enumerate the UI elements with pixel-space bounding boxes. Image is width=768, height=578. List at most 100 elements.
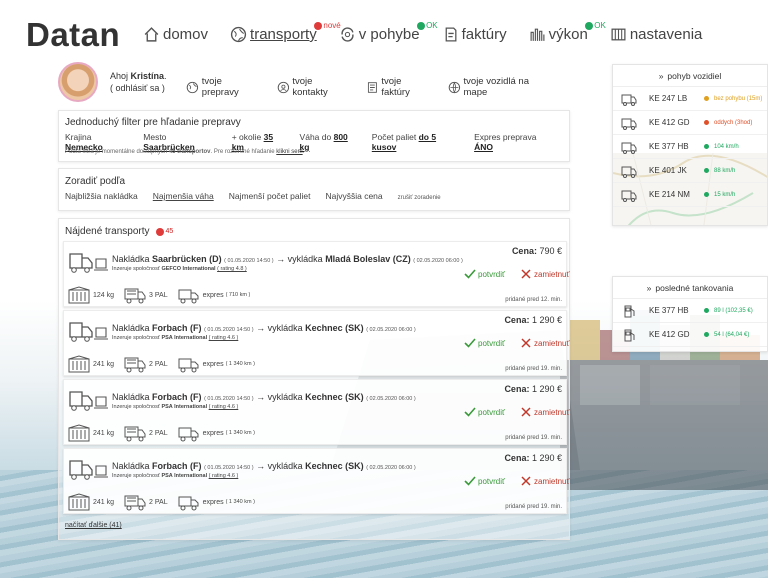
fuel-icon	[624, 305, 635, 317]
status-dot	[704, 168, 709, 173]
accept-button[interactable]: potvrdiť	[464, 406, 505, 418]
link-tvoje-faktury[interactable]: tvoje faktúry	[366, 76, 432, 98]
refuel-row[interactable]: KE 377 HB 89 l (102,35 €)	[613, 299, 767, 323]
transport-price: Cena: 1 290 €	[504, 315, 562, 325]
user-panel: Ahoj Kristína. ( odhlásiť sa ) tvoje pre…	[58, 62, 570, 104]
filter-weight[interactable]: Váha do 800 kg	[300, 132, 359, 152]
express-truck-icon	[178, 496, 199, 511]
accept-button[interactable]: potvrdiť	[464, 337, 505, 349]
transport-item[interactable]: Nakládka Forbach (F) ( 01.05.2020 14:50 …	[63, 379, 569, 445]
transport-route: Nakládka Forbach (F) ( 01.05.2020 14:50 …	[112, 392, 416, 402]
user-name: Kristína	[130, 71, 165, 81]
vehicle-row[interactable]: KE 401 JK 88 km/h	[613, 159, 767, 183]
nav-item-transporty[interactable]: transporty nové	[230, 21, 341, 43]
filter-express[interactable]: Expres preprava ÁNO	[474, 132, 556, 152]
reject-button[interactable]: zamietnuť	[520, 475, 569, 487]
close-icon	[521, 476, 531, 486]
vehicle-row[interactable]: KE 214 NM 15 km/h	[613, 183, 767, 207]
accept-button[interactable]: potvrdiť	[464, 475, 505, 487]
last-refuel-title: » posledné tankovania	[613, 277, 767, 299]
found-title: Nájdené transporty 45	[65, 226, 174, 237]
advanced-search-link[interactable]: klikni sem	[276, 149, 302, 155]
nav-item-nastavenia[interactable]: nastavenia	[610, 26, 703, 43]
nav-item-v-pohybe[interactable]: v pohybe OK	[339, 21, 438, 43]
container-icon	[68, 493, 90, 511]
stopped-vehicle-icon	[621, 94, 637, 106]
status-dot	[704, 144, 709, 149]
vehicle-row[interactable]: KE 377 HB 104 km/h	[613, 135, 767, 159]
vehicle-status: oddych (3hod)	[714, 119, 753, 126]
accept-button[interactable]: potvrdiť	[464, 268, 505, 280]
user-greeting: Ahoj Kristína. ( odhlásiť sa )	[110, 71, 167, 93]
transport-route: Nakládka Forbach (F) ( 01.05.2020 14:50 …	[112, 323, 416, 333]
status-dot	[704, 96, 709, 101]
transport-specs: 241 kg 2 PAL expres ( 1 340 km )	[68, 493, 265, 511]
sort-nearest-loading[interactable]: Najbližšia nakládka	[65, 191, 138, 201]
nav-item-domov[interactable]: domov	[143, 26, 208, 43]
refuel-amount: 89 l (102,35 €)	[714, 307, 753, 314]
contacts-icon	[277, 81, 289, 93]
transport-item[interactable]: Nakládka Forbach (F) ( 01.05.2020 14:50 …	[63, 310, 569, 376]
express-spec: expres ( 710 km )	[178, 286, 250, 304]
pallets-spec: 2 PAL	[124, 424, 168, 442]
vehicle-status: 15 km/h	[714, 191, 736, 198]
refuel-row[interactable]: KE 412 GD 54 l (64,04 €)	[613, 323, 767, 347]
sort-fewest-pallets[interactable]: Najmenší počet paliet	[229, 191, 311, 201]
vehicle-plate: KE 377 HB	[649, 142, 689, 151]
pallets-spec: 2 PAL	[124, 355, 168, 373]
vehicle-status: 88 km/h	[714, 167, 736, 174]
link-tvoje-kontakty[interactable]: tvoje kontakty	[277, 76, 350, 98]
load-more-link[interactable]: načítať ďalšie (41)	[65, 522, 122, 529]
reject-button[interactable]: zamietnuť	[520, 406, 569, 418]
close-icon	[521, 338, 531, 348]
link-tvoje-vozidla-na-mape[interactable]: tvoje vozidlá na mape	[448, 76, 554, 98]
transport-route: Nakládka Forbach (F) ( 01.05.2020 14:50 …	[112, 461, 416, 471]
status-dot	[704, 308, 709, 313]
sort-lowest-weight[interactable]: Najmenšia váha	[153, 191, 214, 201]
transport-item[interactable]: Nakládka Forbach (F) ( 01.05.2020 14:50 …	[63, 448, 569, 514]
vehicle-row[interactable]: KE 247 LB bez pohybu (15m)	[613, 87, 767, 111]
transport-item[interactable]: Nakládka Saarbrücken (D) ( 01.05.2020 14…	[63, 241, 569, 307]
reject-button[interactable]: zamietnuť	[520, 268, 569, 280]
vehicle-movement-panel: » pohyb vozidiel KE 247 LB bez pohybu (1…	[612, 64, 768, 226]
invoice-icon	[445, 27, 457, 42]
transport-route: Nakládka Saarbrücken (D) ( 01.05.2020 14…	[112, 254, 463, 264]
map-icon	[448, 81, 460, 93]
filter-pallets[interactable]: Počet paliet do 5 kusov	[372, 132, 461, 152]
truck-icon	[621, 166, 637, 178]
avatar[interactable]	[58, 62, 98, 102]
reject-button[interactable]: zamietnuť	[520, 337, 569, 349]
vehicle-movement-title: » pohyb vozidiel	[613, 65, 767, 87]
refuel-list: KE 377 HB 89 l (102,35 €) KE 412 GD 54 l…	[613, 299, 767, 347]
fuel-icon	[624, 329, 635, 341]
moving-icon	[341, 27, 354, 42]
filter-note: Podľa filtra je momentálne dostupných 45…	[65, 149, 305, 155]
vehicle-row[interactable]: KE 412 GD oddych (3hod)	[613, 111, 767, 135]
refuel-amount: 54 l (64,04 €)	[714, 331, 750, 338]
transport-specs: 124 kg 3 PAL expres ( 710 km )	[68, 286, 260, 304]
app-logo[interactable]: Datan	[26, 16, 120, 54]
express-spec: expres ( 1 340 km )	[178, 355, 255, 373]
logout-link[interactable]: ( odhlásiť sa )	[110, 83, 165, 93]
nav-label: transporty	[250, 26, 317, 43]
nav-label: domov	[163, 26, 209, 43]
user-links: tvoje prepravy tvoje kontakty tvoje fakt…	[186, 76, 570, 98]
globe-icon	[230, 26, 247, 43]
truck-loading-icon	[69, 391, 108, 411]
vehicle-plate: KE 412 GD	[649, 330, 690, 339]
reset-sort-link[interactable]: zrušiť zoradenie	[398, 195, 441, 201]
truck-loading-icon	[69, 322, 108, 342]
close-icon	[521, 407, 531, 417]
container-icon	[68, 424, 90, 442]
nav-item-faktury[interactable]: faktúry	[442, 26, 507, 43]
express-truck-icon	[178, 289, 199, 304]
nav-item-vykon[interactable]: výkon OK	[529, 21, 606, 43]
sort-highest-price[interactable]: Najvyššia cena	[325, 191, 382, 201]
nav-label: nastavenia	[629, 26, 703, 43]
vehicle-list: KE 247 LB bez pohybu (15m) KE 412 GD odd…	[613, 87, 767, 207]
resting-vehicle-icon	[621, 118, 637, 130]
vehicle-plate: KE 401 JK	[649, 166, 687, 175]
double-chevron-icon: »	[658, 70, 664, 81]
link-tvoje-prepravy[interactable]: tvoje prepravy	[186, 76, 261, 98]
status-dot	[704, 332, 709, 337]
